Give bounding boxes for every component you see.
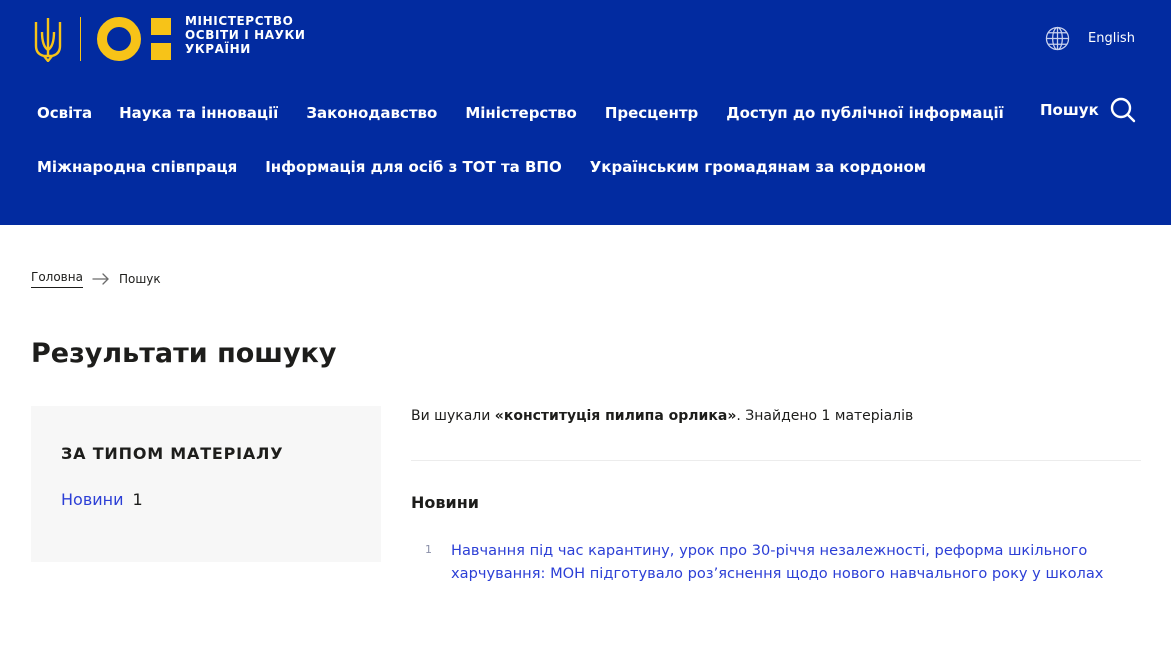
nav-item-legislation[interactable]: Законодавство	[306, 102, 437, 124]
ministry-logo-mark[interactable]	[96, 16, 172, 62]
summary-prefix: Ви шукали	[411, 408, 495, 424]
search-button[interactable]: Пошук	[1040, 96, 1137, 124]
ministry-name[interactable]: МІНІСТЕРСТВО ОСВІТИ І НАУКИ УКРАЇНИ	[185, 14, 306, 56]
search-icon	[1110, 97, 1135, 123]
nav-item-osvita[interactable]: Освіта	[37, 102, 92, 124]
summary-suffix: . Знайдено 1 матеріалів	[736, 408, 914, 424]
ministry-name-line: УКРАЇНИ	[185, 42, 251, 56]
trident-icon[interactable]	[33, 16, 63, 62]
nav-item-abroad[interactable]: Українським громадянам за кордоном	[590, 156, 926, 178]
search-query: «конституція пилипа орлика»	[494, 408, 737, 424]
language-switch[interactable]: English	[1045, 26, 1135, 51]
list-item: 1 Навчання під час карантину, урок про 3…	[411, 539, 1151, 585]
ministry-name-line: МІНІСТЕРСТВО	[185, 14, 294, 28]
breadcrumb-home[interactable]: Головна	[31, 270, 83, 288]
filter-item-news: Новини 1	[61, 490, 351, 509]
result-link[interactable]: Навчання під час карантину, урок про 30-…	[451, 539, 1141, 585]
nav-item-ministry[interactable]: Міністерство	[465, 102, 576, 124]
site-header: МІНІСТЕРСТВО ОСВІТИ І НАУКИ УКРАЇНИ Engl…	[0, 0, 1171, 225]
main-nav-row-1: Освіта Наука та інновації Законодавство …	[37, 102, 1032, 124]
nav-item-science[interactable]: Наука та інновації	[119, 102, 278, 124]
arrow-right-icon	[92, 273, 109, 285]
filter-count: 1	[132, 490, 143, 509]
filter-link-news[interactable]: Новини	[61, 490, 124, 509]
result-number: 1	[425, 543, 432, 556]
material-type-filter: ЗА ТИПОМ МАТЕРІАЛУ Новини 1	[31, 406, 381, 562]
breadcrumb: Головна Пошук	[31, 270, 161, 288]
main-nav-row-2: Міжнародна співпраця Інформація для осіб…	[37, 156, 954, 178]
results-divider	[411, 460, 1141, 461]
breadcrumb-current: Пошук	[118, 272, 161, 286]
results-section-title: Новини	[411, 493, 479, 512]
results-summary: Ви шукали «конституція пилипа орлика». З…	[411, 408, 913, 424]
nav-item-tot-vpo[interactable]: Інформація для осіб з ТОТ та ВПО	[265, 156, 562, 178]
search-label: Пошук	[1040, 101, 1099, 119]
filter-heading: ЗА ТИПОМ МАТЕРІАЛУ	[61, 444, 284, 463]
nav-item-press[interactable]: Пресцентр	[605, 102, 698, 124]
nav-item-public-info[interactable]: Доступ до публічної інформації	[726, 102, 1004, 124]
language-label: English	[1088, 31, 1135, 46]
logo-divider	[80, 17, 81, 61]
page-title: Результати пошуку	[31, 338, 337, 369]
globe-icon	[1045, 26, 1070, 51]
nav-item-international[interactable]: Міжнародна співпраця	[37, 156, 237, 178]
ministry-name-line: ОСВІТИ І НАУКИ	[185, 28, 306, 42]
